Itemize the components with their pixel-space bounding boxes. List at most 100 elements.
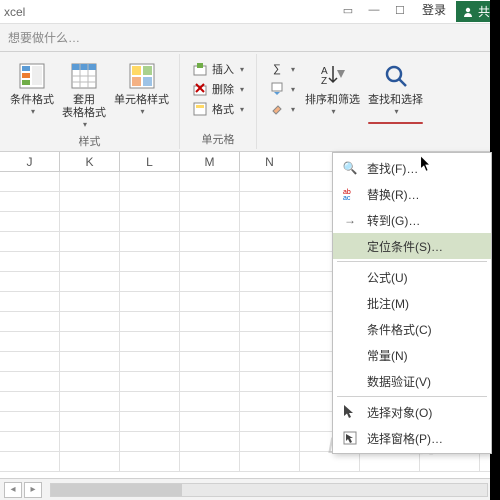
grid-cell[interactable] bbox=[120, 352, 180, 371]
grid-cell[interactable] bbox=[240, 432, 300, 451]
grid-cell[interactable] bbox=[180, 432, 240, 451]
grid-cell[interactable] bbox=[180, 392, 240, 411]
grid-cell[interactable] bbox=[180, 252, 240, 271]
grid-cell[interactable] bbox=[120, 232, 180, 251]
grid-cell[interactable] bbox=[180, 172, 240, 191]
cell-styles-button[interactable]: 单元格样式 ▾ bbox=[110, 58, 173, 118]
grid-cell[interactable] bbox=[180, 372, 240, 391]
menu-selection-pane[interactable]: 选择窗格(P)… bbox=[333, 425, 491, 451]
grid-cell[interactable] bbox=[120, 452, 180, 471]
minimize-icon[interactable]: ― bbox=[362, 1, 386, 19]
grid-cell[interactable] bbox=[0, 232, 60, 251]
autosum-button[interactable]: ∑▾ bbox=[265, 60, 299, 78]
grid-cell[interactable] bbox=[180, 192, 240, 211]
format-button[interactable]: 格式▾ bbox=[188, 100, 248, 118]
grid-cell[interactable] bbox=[120, 412, 180, 431]
grid-cell[interactable] bbox=[240, 192, 300, 211]
grid-cell[interactable] bbox=[0, 432, 60, 451]
grid-cell[interactable] bbox=[60, 412, 120, 431]
col-header[interactable]: L bbox=[120, 152, 180, 171]
grid-cell[interactable] bbox=[0, 272, 60, 291]
col-header[interactable]: N bbox=[240, 152, 300, 171]
maximize-icon[interactable]: ☐ bbox=[388, 1, 412, 19]
menu-find[interactable]: 🔍查找(F)… bbox=[333, 155, 491, 181]
horizontal-scrollbar[interactable] bbox=[50, 483, 488, 497]
grid-cell[interactable] bbox=[0, 252, 60, 271]
delete-button[interactable]: 删除▾ bbox=[188, 80, 248, 98]
grid-cell[interactable] bbox=[0, 372, 60, 391]
ribbon-options-icon[interactable]: ▭ bbox=[336, 1, 360, 19]
grid-cell[interactable] bbox=[240, 312, 300, 331]
grid-cell[interactable] bbox=[60, 432, 120, 451]
grid-cell[interactable] bbox=[0, 312, 60, 331]
grid-cell[interactable] bbox=[240, 292, 300, 311]
grid-cell[interactable] bbox=[180, 312, 240, 331]
menu-conditional-formatting[interactable]: 条件格式(C) bbox=[333, 316, 491, 342]
format-as-table-button[interactable]: 套用 表格格式 ▾ bbox=[58, 58, 110, 131]
tell-me-bar[interactable]: 想要做什么… bbox=[0, 24, 500, 52]
grid-cell[interactable] bbox=[240, 352, 300, 371]
grid-cell[interactable] bbox=[180, 272, 240, 291]
grid-cell[interactable] bbox=[420, 452, 480, 471]
grid-cell[interactable] bbox=[180, 292, 240, 311]
menu-formulas[interactable]: 公式(U) bbox=[333, 264, 491, 290]
grid-cell[interactable] bbox=[300, 452, 360, 471]
grid-cell[interactable] bbox=[60, 192, 120, 211]
grid-cell[interactable] bbox=[0, 412, 60, 431]
grid-cell[interactable] bbox=[120, 372, 180, 391]
grid-cell[interactable] bbox=[120, 252, 180, 271]
grid-cell[interactable] bbox=[240, 452, 300, 471]
login-button[interactable]: 登录 bbox=[414, 1, 454, 22]
grid-cell[interactable] bbox=[180, 212, 240, 231]
grid-cell[interactable] bbox=[60, 272, 120, 291]
grid-cell[interactable] bbox=[60, 372, 120, 391]
grid-cell[interactable] bbox=[180, 452, 240, 471]
grid-cell[interactable] bbox=[360, 452, 420, 471]
grid-cell[interactable] bbox=[120, 272, 180, 291]
grid-cell[interactable] bbox=[60, 232, 120, 251]
menu-select-objects[interactable]: 选择对象(O) bbox=[333, 399, 491, 425]
sheet-next-button[interactable]: ▸ bbox=[24, 482, 42, 498]
grid-cell[interactable] bbox=[60, 332, 120, 351]
grid-cell[interactable] bbox=[0, 392, 60, 411]
grid-cell[interactable] bbox=[0, 332, 60, 351]
grid-cell[interactable] bbox=[0, 212, 60, 231]
grid-cell[interactable] bbox=[120, 432, 180, 451]
grid-cell[interactable] bbox=[180, 352, 240, 371]
menu-goto[interactable]: →转到(G)… bbox=[333, 207, 491, 233]
sheet-prev-button[interactable]: ◂ bbox=[4, 482, 22, 498]
grid-cell[interactable] bbox=[240, 252, 300, 271]
fill-button[interactable]: ▾ bbox=[265, 80, 299, 98]
grid-cell[interactable] bbox=[120, 172, 180, 191]
menu-data-validation[interactable]: 数据验证(V) bbox=[333, 368, 491, 394]
grid-cell[interactable] bbox=[60, 292, 120, 311]
grid-cell[interactable] bbox=[60, 252, 120, 271]
grid-cell[interactable] bbox=[240, 372, 300, 391]
grid-cell[interactable] bbox=[0, 172, 60, 191]
grid-cell[interactable] bbox=[240, 332, 300, 351]
grid-row[interactable] bbox=[0, 452, 500, 472]
menu-comments[interactable]: 批注(M) bbox=[333, 290, 491, 316]
grid-cell[interactable] bbox=[60, 352, 120, 371]
grid-cell[interactable] bbox=[180, 232, 240, 251]
grid-cell[interactable] bbox=[180, 412, 240, 431]
col-header[interactable]: M bbox=[180, 152, 240, 171]
grid-cell[interactable] bbox=[120, 192, 180, 211]
clear-button[interactable]: ▾ bbox=[265, 100, 299, 118]
grid-cell[interactable] bbox=[240, 232, 300, 251]
grid-cell[interactable] bbox=[120, 312, 180, 331]
menu-replace[interactable]: abac替换(R)… bbox=[333, 181, 491, 207]
grid-cell[interactable] bbox=[60, 392, 120, 411]
grid-cell[interactable] bbox=[0, 192, 60, 211]
insert-button[interactable]: 插入▾ bbox=[188, 60, 248, 78]
grid-cell[interactable] bbox=[60, 212, 120, 231]
grid-cell[interactable] bbox=[0, 292, 60, 311]
grid-cell[interactable] bbox=[120, 392, 180, 411]
grid-cell[interactable] bbox=[0, 352, 60, 371]
grid-cell[interactable] bbox=[120, 332, 180, 351]
col-header[interactable]: K bbox=[60, 152, 120, 171]
scrollbar-thumb[interactable] bbox=[51, 484, 182, 496]
grid-cell[interactable] bbox=[0, 452, 60, 471]
sort-filter-button[interactable]: AZ 排序和筛选 ▾ bbox=[301, 58, 364, 118]
grid-cell[interactable] bbox=[60, 172, 120, 191]
